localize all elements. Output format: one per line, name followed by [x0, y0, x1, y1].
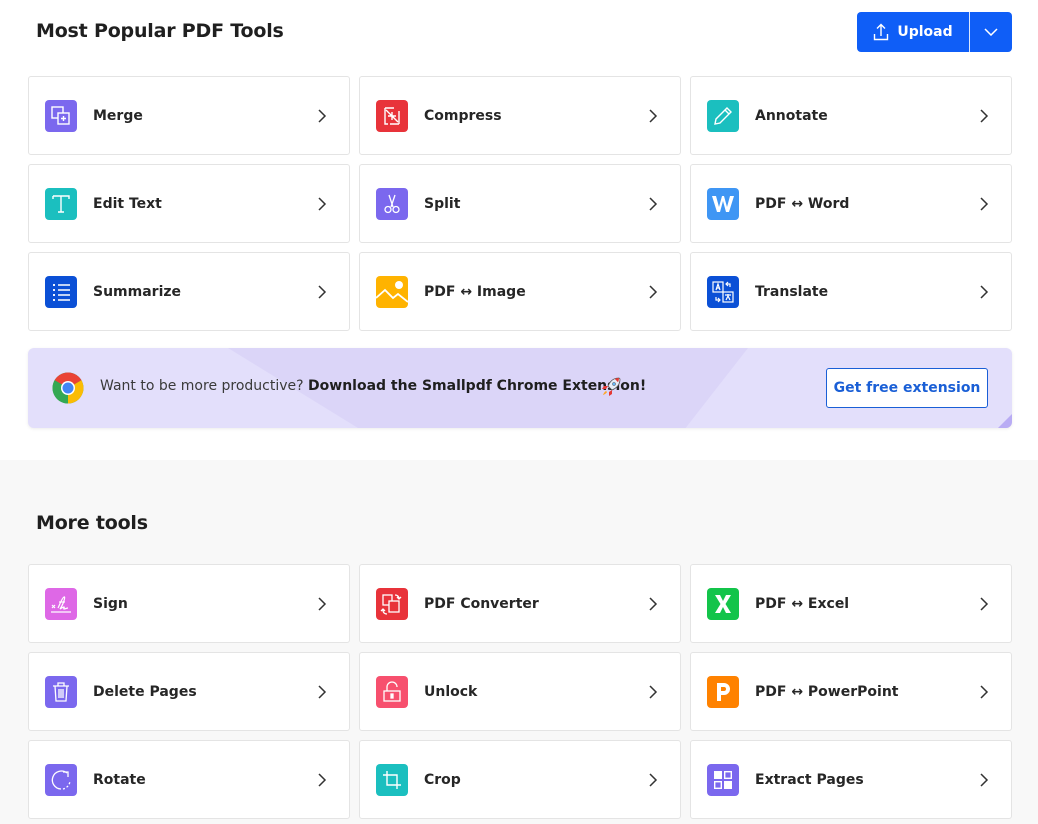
tool-card-compress[interactable]: Compress [359, 76, 681, 155]
extract-pages-icon [707, 763, 739, 796]
compress-icon [376, 99, 408, 132]
banner-text-plain: Want to be more productive? [100, 378, 309, 394]
section-title-more: More tools [36, 512, 148, 534]
tool-label: PDF ↔ PowerPoint [755, 683, 899, 700]
more-tools-section: More tools Sign PDF Converter PDF ↔ Exce… [0, 460, 1038, 824]
tool-label: Extract Pages [755, 771, 864, 788]
merge-icon [45, 99, 77, 132]
tool-label: Translate [755, 283, 829, 300]
chevron-right-icon [649, 196, 658, 211]
tool-card-pdf-powerpoint[interactable]: PDF ↔ PowerPoint [690, 652, 1012, 731]
popular-tools-section: Most Popular PDF Tools Upload Merge Comp… [0, 0, 1038, 460]
tool-label: Summarize [93, 283, 182, 300]
chevron-right-icon [318, 196, 327, 211]
tool-label: Rotate [93, 771, 146, 788]
pencil-icon [707, 99, 739, 132]
tool-label: Delete Pages [93, 683, 197, 700]
section-title-popular: Most Popular PDF Tools [36, 20, 284, 42]
powerpoint-icon [707, 675, 739, 708]
tool-card-pdf-word[interactable]: PDF ↔ Word [690, 164, 1012, 243]
chrome-extension-banner: Want to be more productive? Download the… [28, 348, 1012, 428]
tool-card-unlock[interactable]: Unlock [359, 652, 681, 731]
chevron-right-icon [980, 596, 989, 611]
trash-icon [45, 675, 77, 708]
word-icon [707, 187, 739, 220]
upload-button[interactable]: Upload [857, 12, 970, 52]
tool-label: Compress [424, 107, 502, 124]
tool-card-delete-pages[interactable]: Delete Pages [28, 652, 350, 731]
popular-tools-grid: Merge Compress Annotate Edit Text Split … [28, 76, 1012, 331]
tool-label: Edit Text [93, 195, 162, 212]
tool-card-split[interactable]: Split [359, 164, 681, 243]
chevron-right-icon [980, 684, 989, 699]
tool-card-rotate[interactable]: Rotate [28, 740, 350, 819]
upload-label: Upload [897, 24, 953, 40]
tool-label: Split [424, 195, 461, 212]
chevron-right-icon [649, 684, 658, 699]
tool-card-sign[interactable]: Sign [28, 564, 350, 643]
rocket-icon [602, 377, 621, 396]
chevron-right-icon [318, 596, 327, 611]
chevron-right-icon [980, 772, 989, 787]
tool-card-annotate[interactable]: Annotate [690, 76, 1012, 155]
tool-card-pdf-image[interactable]: PDF ↔ Image [359, 252, 681, 331]
chevron-right-icon [318, 684, 327, 699]
chevron-right-icon [649, 108, 658, 123]
chevron-right-icon [649, 596, 658, 611]
list-icon [45, 275, 77, 308]
tool-card-translate[interactable]: Translate [690, 252, 1012, 331]
rotate-icon [45, 763, 77, 796]
chrome-icon [52, 372, 84, 404]
chevron-right-icon [980, 108, 989, 123]
get-free-extension-button[interactable]: Get free extension [826, 368, 988, 408]
chevron-right-icon [649, 772, 658, 787]
chevron-right-icon [318, 284, 327, 299]
image-icon [376, 275, 408, 308]
chevron-right-icon [318, 108, 327, 123]
signature-icon [45, 587, 77, 620]
banner-text-bold: Download the Smallpdf Chrome Extension! [308, 378, 647, 394]
unlock-icon [376, 675, 408, 708]
chevron-right-icon [980, 284, 989, 299]
tool-label: Sign [93, 595, 128, 612]
tool-card-pdf-excel[interactable]: PDF ↔ Excel [690, 564, 1012, 643]
chevron-right-icon [980, 196, 989, 211]
tool-label: Merge [93, 107, 143, 124]
chevron-down-icon [984, 28, 998, 36]
tool-label: PDF ↔ Excel [755, 595, 850, 612]
tool-label: PDF Converter [424, 595, 539, 612]
crop-icon [376, 763, 408, 796]
convert-icon [376, 587, 408, 620]
tool-label: Crop [424, 771, 461, 788]
tool-card-pdf-converter[interactable]: PDF Converter [359, 564, 681, 643]
excel-icon [707, 587, 739, 620]
tool-card-merge[interactable]: Merge [28, 76, 350, 155]
translate-icon [707, 275, 739, 308]
tool-label: PDF ↔ Word [755, 195, 850, 212]
tool-card-edit-text[interactable]: Edit Text [28, 164, 350, 243]
banner-corner-decoration [998, 414, 1012, 428]
upload-button-group: Upload [857, 12, 1012, 52]
upload-dropdown-button[interactable] [970, 12, 1012, 52]
tool-card-extract-pages[interactable]: Extract Pages [690, 740, 1012, 819]
tool-card-crop[interactable]: Crop [359, 740, 681, 819]
chevron-right-icon [318, 772, 327, 787]
scissors-icon [376, 187, 408, 220]
text-icon [45, 187, 77, 220]
tool-card-summarize[interactable]: Summarize [28, 252, 350, 331]
tool-label: Unlock [424, 683, 478, 700]
more-tools-grid: Sign PDF Converter PDF ↔ Excel Delete Pa… [28, 564, 1012, 819]
chevron-right-icon [649, 284, 658, 299]
banner-text: Want to be more productive? Download the… [100, 378, 646, 394]
upload-icon [874, 23, 889, 41]
tool-label: Annotate [755, 107, 828, 124]
tool-label: PDF ↔ Image [424, 283, 526, 300]
